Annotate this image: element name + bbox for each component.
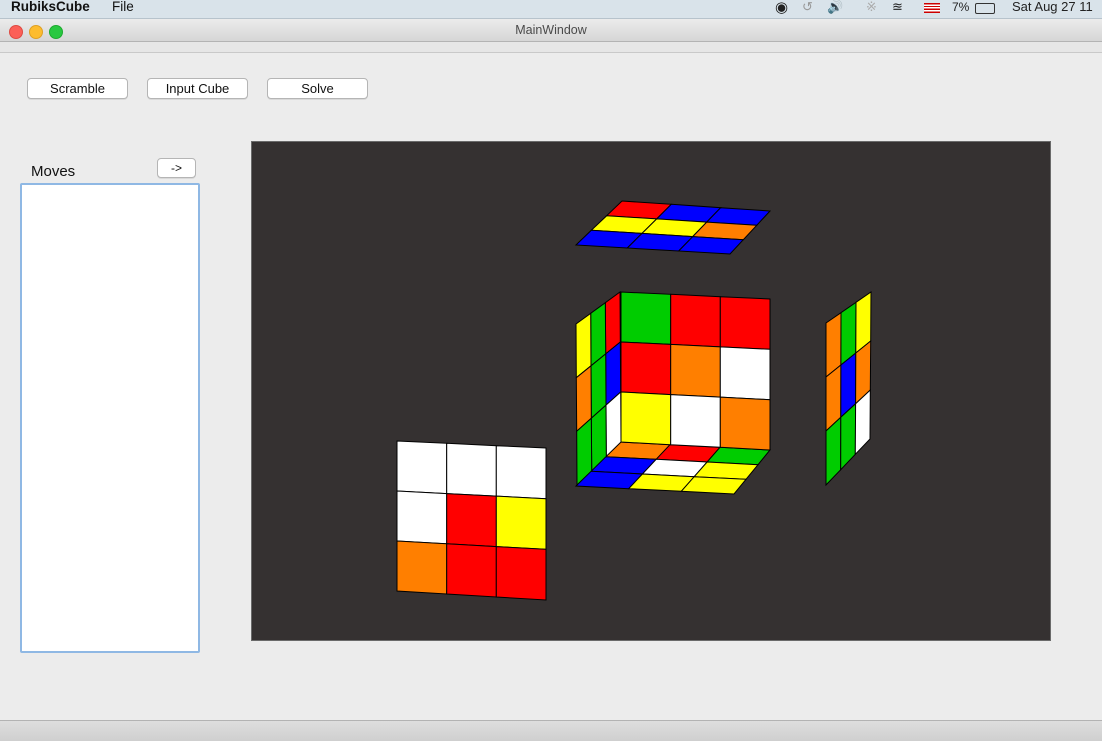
solve-button[interactable]: Solve xyxy=(267,78,368,99)
back-floating-sticker xyxy=(396,540,448,595)
front-sticker xyxy=(670,394,721,448)
toolbar-strip xyxy=(0,42,1102,53)
battery-percent[interactable]: 7% xyxy=(952,0,969,14)
scramble-button[interactable]: Scramble xyxy=(27,78,128,99)
cube-canvas[interactable] xyxy=(251,141,1051,641)
back-floating-sticker xyxy=(446,442,497,497)
clock[interactable]: Sat Aug 27 11 xyxy=(1012,0,1093,14)
front-sticker xyxy=(620,291,672,345)
moves-label: Moves xyxy=(31,163,76,180)
front-sticker xyxy=(620,391,672,446)
front-face xyxy=(620,291,771,451)
front-sticker xyxy=(670,343,721,398)
front-sticker xyxy=(670,293,721,348)
time-machine-icon[interactable]: ↺ xyxy=(802,0,813,15)
cube-render xyxy=(396,200,872,601)
right-floating-face xyxy=(825,291,872,487)
wifi-icon[interactable]: ≊ xyxy=(892,0,903,15)
file-menu[interactable]: File xyxy=(112,0,134,14)
input-source-flag-icon[interactable] xyxy=(924,3,940,13)
app-menu[interactable]: RubiksCube xyxy=(11,0,90,14)
back-floating-sticker xyxy=(495,445,547,500)
volume-icon[interactable]: 🔊 xyxy=(827,0,843,15)
battery-icon[interactable] xyxy=(975,3,995,14)
back-floating-face xyxy=(396,440,547,601)
front-sticker xyxy=(620,341,672,396)
back-floating-sticker xyxy=(396,490,448,545)
input-cube-button[interactable]: Input Cube xyxy=(147,78,248,99)
front-sticker xyxy=(719,296,771,350)
top-floating-face xyxy=(574,200,772,255)
status-bar xyxy=(0,720,1102,741)
back-floating-sticker xyxy=(446,493,497,548)
next-move-button[interactable]: -> xyxy=(157,158,196,178)
moves-list[interactable] xyxy=(20,183,200,653)
system-menubar: RubiksCube File ◉ ↺ 🔊 ※ ≊ 7% Sat Aug 27 … xyxy=(0,0,1102,19)
front-sticker xyxy=(719,396,771,451)
back-floating-sticker xyxy=(446,543,497,598)
back-floating-sticker xyxy=(495,546,547,601)
back-floating-sticker xyxy=(396,440,448,495)
sync-icon[interactable]: ◉ xyxy=(775,0,788,16)
window-title: MainWindow xyxy=(515,23,587,37)
back-floating-sticker xyxy=(495,495,547,550)
window-titlebar: MainWindow xyxy=(0,19,1102,42)
bluetooth-icon[interactable]: ※ xyxy=(866,0,877,15)
front-sticker xyxy=(719,346,771,401)
